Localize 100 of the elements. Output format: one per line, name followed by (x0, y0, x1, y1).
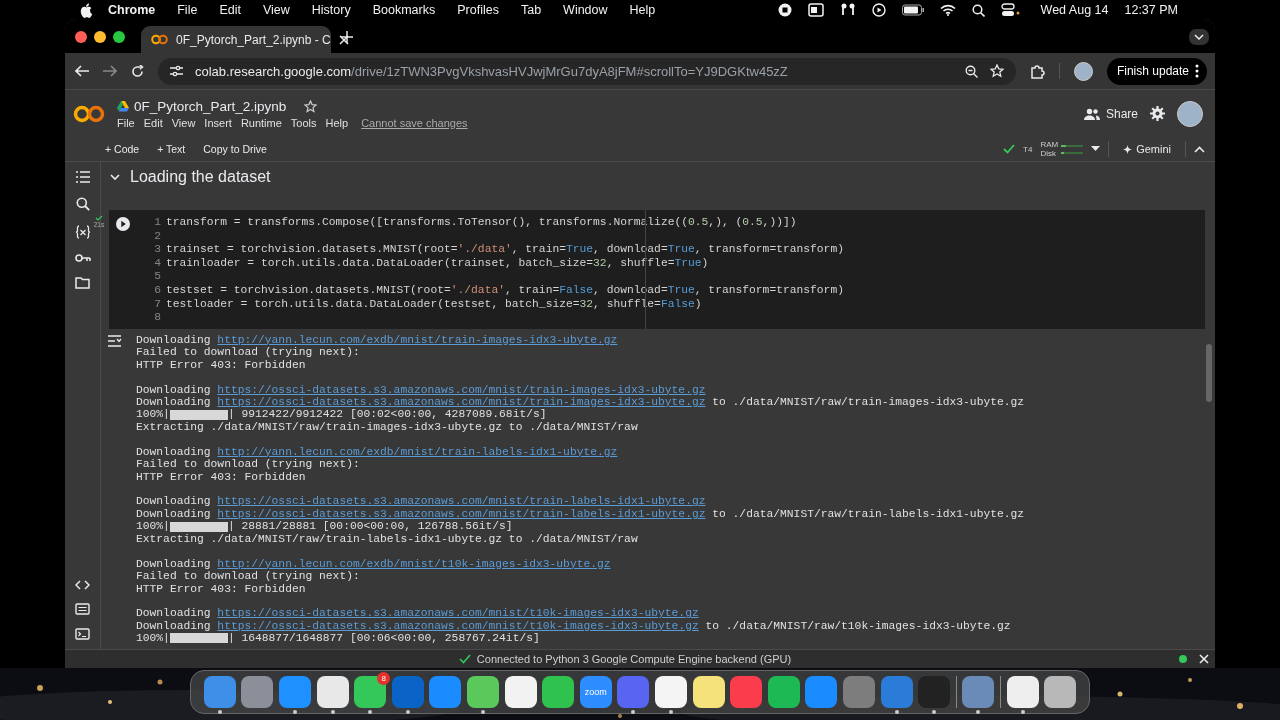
battery-icon[interactable] (901, 4, 924, 16)
check-icon (458, 654, 471, 664)
toolbar-button[interactable]: + Code (103, 143, 140, 155)
notebook-title[interactable]: 0F_Pytorch_Part_2.ipynb (134, 98, 287, 114)
app-icon[interactable] (1044, 676, 1077, 708)
menu-item[interactable]: File (177, 3, 198, 17)
share-button[interactable]: Share (1083, 106, 1138, 121)
chevron-down-icon[interactable] (110, 173, 120, 181)
link[interactable]: https://ossci-datasets.s3.amazonaws.com/mnist/train-images-idx3-ubyte.gz (217, 395, 706, 408)
profile-avatar[interactable] (1073, 61, 1093, 81)
profile-avatar[interactable] (1177, 100, 1203, 127)
minimize-button[interactable] (94, 30, 106, 43)
output-line: Downloading http://yann.lecun.com/exdb/mnist/train-labels-idx1-ubyte.gz (136, 445, 618, 459)
menu-item[interactable]: Chrome (108, 3, 156, 17)
terminal-icon[interactable] (75, 628, 90, 640)
more-icon[interactable] (1195, 64, 1199, 78)
close-icon[interactable] (338, 34, 349, 45)
output-line: Downloading https://ossci-datasets.s3.amazonaws.com/mnist/t10k-images-idx3-ubyte.gz (136, 607, 699, 620)
app-icon[interactable] (467, 676, 500, 708)
app-icon[interactable] (542, 676, 575, 708)
run-button-icon[interactable] (115, 216, 131, 232)
menu-item[interactable]: Runtime (240, 116, 282, 129)
link[interactable]: https://ossci-datasets.s3.amazonaws.com/mnist/train-labels-idx1-ubyte.gz (217, 507, 706, 520)
update-button[interactable]: Finish update (1106, 57, 1207, 85)
back-icon[interactable] (75, 65, 89, 77)
reload-icon[interactable] (131, 64, 144, 78)
new-tab-icon[interactable] (341, 30, 353, 43)
menu-item[interactable]: Edit (143, 116, 163, 129)
gemini-button[interactable]: Gemini (1117, 143, 1177, 155)
output-line: HTTP Error 403: Forbidden (136, 582, 306, 595)
app-icon[interactable] (655, 676, 687, 708)
zoom-icon[interactable] (964, 64, 978, 78)
forward-icon[interactable] (103, 65, 117, 77)
menu-item[interactable]: Help (325, 116, 349, 129)
address-bar[interactable]: colab.research.google.com/drive/1zTWN3PvgVkshvasHVJwjMrGu7dyA8jFM#scrollTo=YJ9DGKtw45zZ (158, 57, 1016, 85)
menu-item[interactable]: Window (563, 3, 608, 17)
menu-item[interactable]: History (311, 3, 351, 17)
save-notice-link[interactable]: Cannot save changes (361, 116, 468, 129)
menu-item[interactable]: Tab (520, 3, 542, 17)
tune-icon[interactable] (170, 65, 183, 77)
puzzle-icon[interactable] (1029, 63, 1045, 79)
link[interactable]: http://yann.lecun.com/exdb/mnist/train-labels-idx1-ubyte.gz (217, 445, 618, 458)
toolbar-button[interactable]: Copy to Drive (201, 143, 267, 155)
chevron-down-icon[interactable] (1194, 33, 1204, 40)
menu-icon[interactable] (75, 171, 90, 183)
caret-icon[interactable] (1091, 146, 1101, 152)
code-cell[interactable] (109, 210, 1205, 329)
link[interactable]: http://yann.lecun.com/exdb/mnist/train-images-idx3-ubyte.gz (217, 333, 618, 346)
earbuds-icon[interactable] (839, 3, 856, 17)
mail-app-icon[interactable] (807, 3, 824, 17)
play-icon[interactable] (871, 3, 886, 17)
people-icon[interactable] (1083, 107, 1100, 120)
search-icon[interactable] (971, 3, 985, 17)
line-number: 4 (153, 256, 161, 271)
app-icon[interactable] (504, 676, 537, 708)
app-icon[interactable] (316, 676, 349, 708)
link[interactable]: https://ossci-datasets.s3.amazonaws.com/mnist/train-labels-idx1-ubyte.gz (217, 495, 706, 508)
settings-icon[interactable] (1150, 106, 1165, 121)
running-indicator (669, 710, 673, 714)
status-dot (1179, 655, 1187, 663)
menu-item[interactable]: Profiles (457, 3, 499, 17)
app-icon[interactable] (1006, 676, 1039, 708)
link[interactable]: http://yann.lecun.com/exdb/mnist/t10k-images-idx3-ubyte.gz (217, 557, 611, 570)
app-icon[interactable] (692, 676, 725, 708)
variables-icon[interactable] (74, 225, 91, 239)
menu-item[interactable]: Tools (290, 116, 317, 129)
star-icon[interactable] (989, 64, 1004, 78)
key-icon[interactable] (74, 253, 91, 263)
close-icon[interactable] (1199, 654, 1209, 664)
zoom-button[interactable] (113, 30, 125, 43)
chevron-up-icon[interactable] (1194, 145, 1205, 153)
menu-item[interactable]: Bookmarks (372, 3, 436, 17)
toggles-icon[interactable] (1000, 3, 1021, 17)
line-number: 3 (153, 243, 161, 257)
link[interactable]: https://ossci-datasets.s3.amazonaws.com/mnist/train-images-idx3-ubyte.gz (217, 383, 706, 396)
menu-item[interactable]: Help (629, 3, 656, 17)
usage-bars-icon (1061, 142, 1084, 156)
menu-item[interactable]: Insert (204, 116, 232, 129)
star-icon[interactable] (304, 99, 318, 113)
menu-item[interactable]: File (117, 116, 135, 129)
search-icon[interactable] (75, 197, 90, 211)
link[interactable]: https://ossci-datasets.s3.amazonaws.com/mnist/t10k-images-idx3-ubyte.gz (217, 619, 699, 632)
snippets-icon[interactable] (75, 603, 90, 615)
toolbar-button[interactable]: + Text (155, 143, 186, 155)
folder-icon[interactable] (75, 277, 90, 289)
running-indicator (976, 710, 981, 714)
stop-icon[interactable] (777, 3, 792, 17)
close-button[interactable] (75, 30, 87, 43)
wifi-icon[interactable] (939, 4, 956, 16)
menu-item[interactable]: View (262, 3, 290, 17)
output-line: HTTP Error 403: Forbidden (136, 358, 306, 372)
app-icon[interactable] (767, 676, 800, 708)
app-icon[interactable] (354, 676, 387, 708)
link[interactable]: https://ossci-datasets.s3.amazonaws.com/mnist/t10k-images-idx3-ubyte.gz (217, 607, 699, 620)
running-indicator (405, 710, 410, 714)
menu-item[interactable]: View (171, 116, 196, 129)
code-icon[interactable] (75, 580, 90, 590)
scrollbar[interactable] (1206, 344, 1212, 402)
output-toggle-icon[interactable] (107, 334, 122, 347)
menu-item[interactable]: Edit (219, 3, 241, 17)
